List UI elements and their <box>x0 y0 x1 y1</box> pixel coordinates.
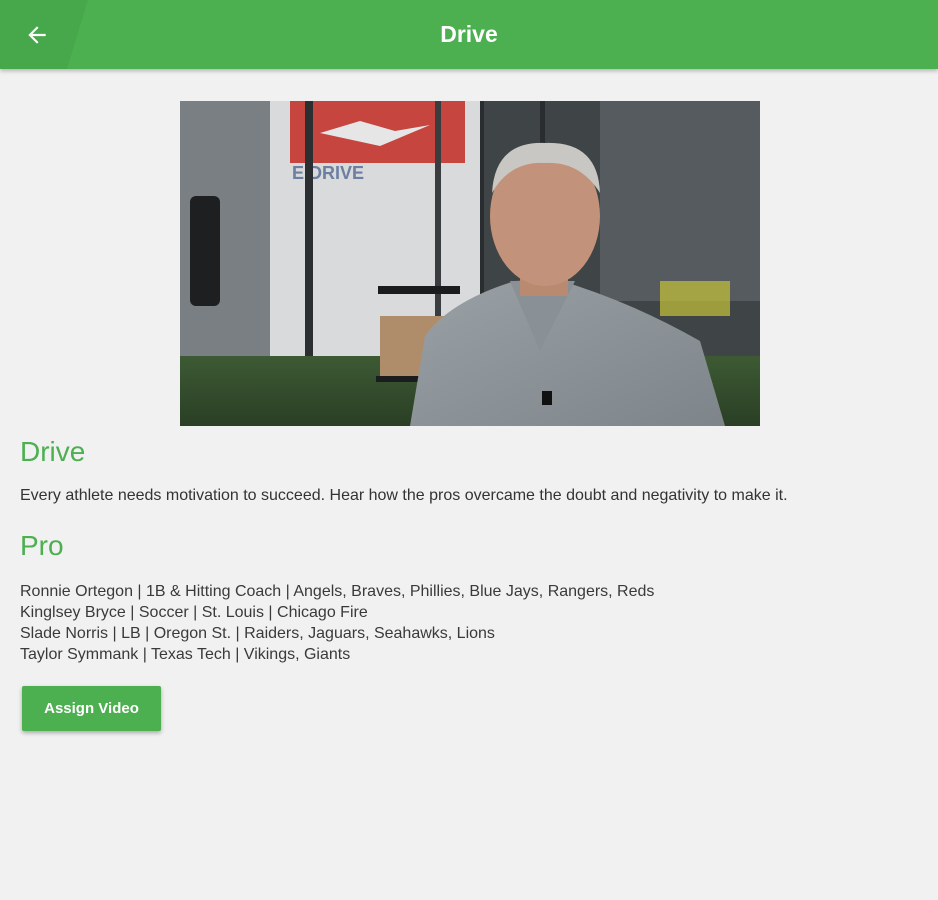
video-description: Every athlete needs motivation to succee… <box>20 487 788 504</box>
pro-list: Ronnie Ortegon | 1B & Hitting Coach | An… <box>20 581 920 665</box>
video-thumbnail[interactable]: E DRIVE <box>180 101 760 426</box>
pro-list-item: Slade Norris | LB | Oregon St. | Raiders… <box>20 625 495 642</box>
app-title: Drive <box>440 21 498 47</box>
pro-list-item: Taylor Symmank | Texas Tech | Vikings, G… <box>20 646 351 663</box>
pro-heading: Pro <box>20 530 64 561</box>
video-frame-image: E DRIVE <box>180 101 760 426</box>
assign-video-button[interactable]: Assign Video <box>22 686 161 731</box>
video-title: Drive <box>20 436 86 467</box>
wall-sign-text: E DRIVE <box>292 163 364 183</box>
pro-list-item: Ronnie Ortegon | 1B & Hitting Coach | An… <box>20 583 655 600</box>
app-bar: Drive <box>0 0 938 69</box>
pro-list-item: Kinglsey Bryce | Soccer | St. Louis | Ch… <box>20 604 368 621</box>
